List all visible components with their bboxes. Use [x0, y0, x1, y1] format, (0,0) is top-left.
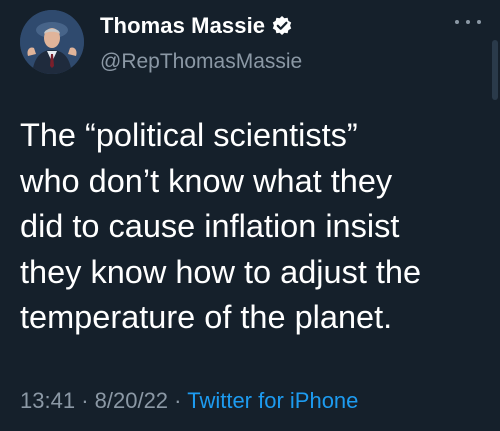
meta-separator: ·: [81, 388, 95, 413]
more-options-icon[interactable]: [455, 12, 481, 32]
tweet-date[interactable]: 8/20/22: [95, 388, 168, 413]
display-name[interactable]: Thomas Massie: [100, 13, 265, 39]
more-dot: [455, 20, 459, 24]
more-dot: [466, 20, 470, 24]
author-handle[interactable]: @RepThomasMassie: [100, 50, 302, 74]
meta-separator: ·: [174, 388, 188, 413]
tweet-metadata: 13:41 · 8/20/22 · Twitter for iPhone: [20, 388, 358, 414]
tweet-source-link[interactable]: Twitter for iPhone: [187, 388, 358, 413]
scrollbar[interactable]: [492, 40, 498, 100]
more-dot: [477, 20, 481, 24]
verified-badge-icon: [271, 15, 293, 37]
profile-photo-icon: [20, 10, 84, 74]
avatar[interactable]: [20, 10, 84, 74]
tweet-card: Thomas Massie @RepThomasMassie The “poli…: [0, 0, 500, 431]
author-name-row[interactable]: Thomas Massie: [100, 11, 293, 41]
tweet-time[interactable]: 13:41: [20, 388, 75, 413]
tweet-text: The “political scientists” who don’t kno…: [20, 117, 422, 335]
